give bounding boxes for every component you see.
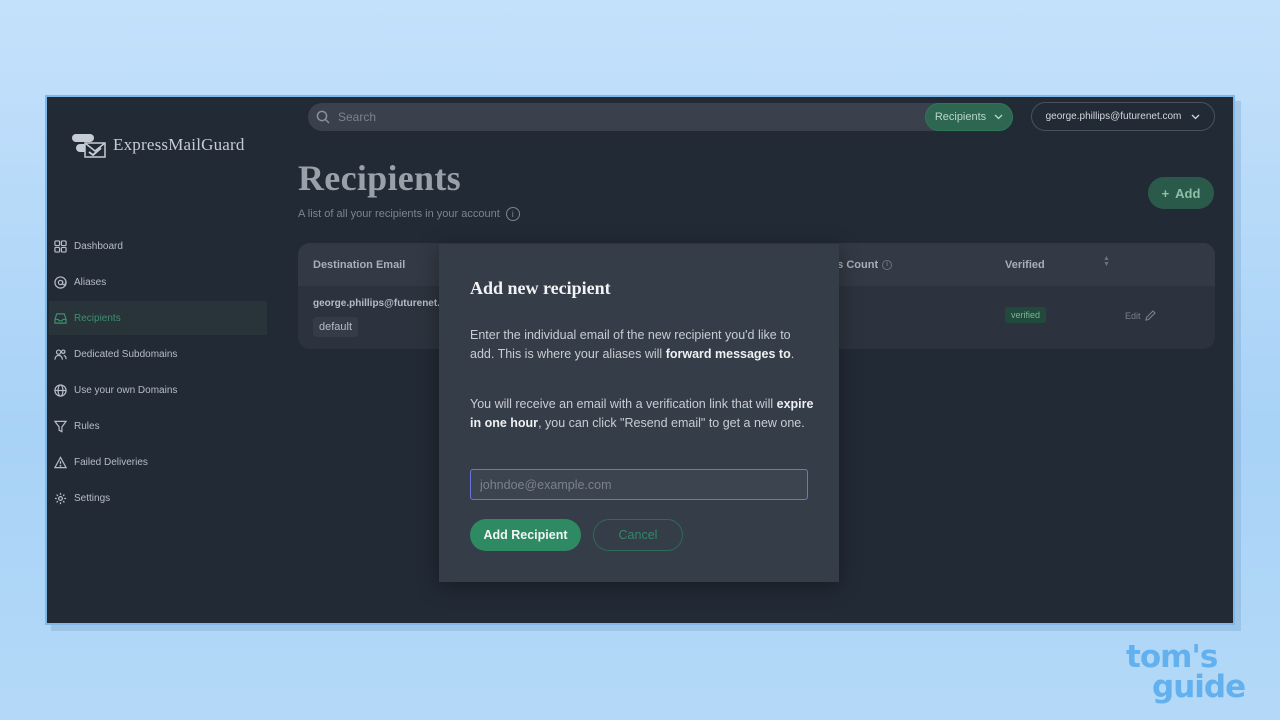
sidebar-item-own-domains[interactable]: Use your own Domains bbox=[49, 373, 267, 407]
filter-icon bbox=[54, 420, 67, 433]
modal-description-end: . bbox=[790, 346, 795, 361]
grid-icon bbox=[54, 239, 67, 253]
gear-icon bbox=[54, 492, 67, 504]
sidebar-item-rules[interactable]: Rules bbox=[49, 409, 267, 443]
search-bar: Recipients bbox=[308, 103, 1013, 131]
sidebar-item-label: Aliases bbox=[74, 276, 107, 288]
add-recipient-button[interactable]: Add Recipient bbox=[470, 519, 581, 551]
modal-description: Enter the individual email of the new re… bbox=[470, 326, 815, 363]
modal-description-emphasis: forward messages to bbox=[665, 346, 791, 361]
page-subtitle-text: A list of all your recipients in your ac… bbox=[298, 208, 500, 220]
sidebar-item-label: Rules bbox=[74, 420, 100, 432]
sidebar-item-label: Settings bbox=[74, 492, 111, 504]
info-icon[interactable]: i bbox=[505, 207, 520, 221]
modal-note-end: , you can click "Resend email" to get a … bbox=[538, 415, 805, 430]
sidebar-item-dedicated-subdomains[interactable]: Dedicated Subdomains bbox=[49, 337, 267, 371]
cancel-button[interactable]: Cancel bbox=[593, 519, 683, 551]
column-header-email[interactable]: Destination Email bbox=[313, 259, 405, 271]
globe-icon bbox=[54, 383, 67, 397]
add-button[interactable]: + Add bbox=[1148, 177, 1214, 209]
edit-link[interactable]: Edit bbox=[1125, 310, 1156, 321]
sidebar-item-label: Dashboard bbox=[74, 240, 123, 252]
brand-mail-icon bbox=[72, 134, 106, 158]
search-icon bbox=[316, 110, 330, 124]
modal-verification-note: You will receive an email with a verific… bbox=[470, 395, 815, 432]
edit-label: Edit bbox=[1125, 310, 1141, 321]
sidebar-item-label: Recipients bbox=[74, 312, 121, 324]
sort-icon[interactable]: ▲ ▼ bbox=[1103, 255, 1110, 268]
chevron-down-icon bbox=[994, 114, 1003, 120]
watermark-line2: guide bbox=[1152, 669, 1246, 705]
users-icon bbox=[54, 348, 67, 360]
plus-icon: + bbox=[1161, 185, 1170, 201]
chevron-down-icon bbox=[1191, 114, 1200, 119]
add-button-label: Add bbox=[1175, 185, 1201, 201]
account-dropdown[interactable]: george.phillips@futurenet.com bbox=[1031, 102, 1215, 131]
sidebar-item-settings[interactable]: Settings bbox=[49, 481, 267, 515]
brand-logo[interactable]: ExpressMailGuard bbox=[71, 131, 245, 159]
sidebar-nav: Dashboard Aliases Recipients Dedicated S… bbox=[49, 229, 267, 517]
sidebar-item-label: Dedicated Subdomains bbox=[74, 348, 178, 360]
page-title: Recipients bbox=[298, 158, 461, 198]
search-scope-dropdown[interactable]: Recipients bbox=[925, 103, 1013, 131]
sidebar-item-label: Failed Deliveries bbox=[74, 456, 148, 468]
sidebar-item-aliases[interactable]: Aliases bbox=[49, 265, 267, 299]
column-header-verified[interactable]: Verified bbox=[1005, 259, 1045, 271]
recipient-email-input[interactable] bbox=[470, 469, 808, 500]
account-email: george.phillips@futurenet.com bbox=[1045, 111, 1182, 122]
sidebar-item-label: Use your own Domains bbox=[74, 384, 178, 396]
at-icon bbox=[54, 275, 67, 289]
sidebar-item-dashboard[interactable]: Dashboard bbox=[49, 229, 267, 263]
recipient-email: george.phillips@futurenet.c bbox=[313, 298, 446, 309]
search-input[interactable] bbox=[338, 110, 898, 124]
app-window: ExpressMailGuard Dashboard Aliases Recip… bbox=[45, 95, 1235, 625]
add-recipient-modal: Add new recipient Enter the individual e… bbox=[439, 244, 839, 582]
page-subtitle: A list of all your recipients in your ac… bbox=[298, 207, 520, 221]
info-icon[interactable]: i bbox=[882, 259, 893, 270]
search-scope-label: Recipients bbox=[934, 111, 987, 123]
brand-name: ExpressMailGuard bbox=[113, 135, 245, 154]
modal-note-text: You will receive an email with a verific… bbox=[470, 397, 777, 411]
sidebar-item-failed-deliveries[interactable]: Failed Deliveries bbox=[49, 445, 267, 479]
inbox-icon bbox=[54, 312, 67, 324]
modal-title: Add new recipient bbox=[470, 278, 611, 298]
status-badge: verified bbox=[1005, 307, 1047, 323]
default-badge: default bbox=[313, 317, 359, 337]
warning-icon bbox=[54, 455, 67, 468]
toms-guide-watermark: tom's guide bbox=[1126, 642, 1246, 705]
pencil-icon bbox=[1144, 310, 1156, 321]
sidebar-item-recipients[interactable]: Recipients bbox=[49, 301, 267, 335]
